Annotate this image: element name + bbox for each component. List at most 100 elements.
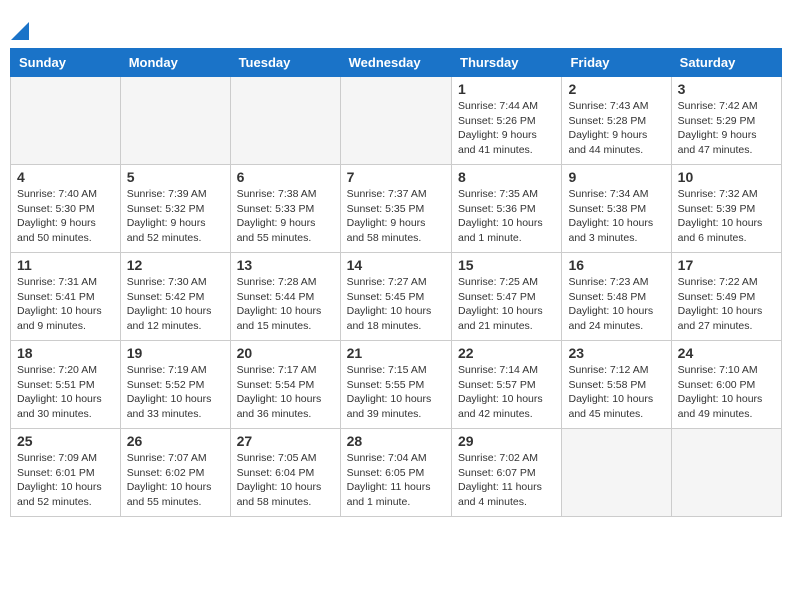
day-number: 16 (568, 257, 664, 273)
calendar-cell: 13 Sunrise: 7:28 AMSunset: 5:44 PMDayligh… (230, 253, 340, 341)
day-info: Sunrise: 7:31 AMSunset: 5:41 PMDaylight:… (17, 275, 114, 334)
calendar-cell (120, 77, 230, 165)
weekday-header-tuesday: Tuesday (230, 49, 340, 77)
day-number: 9 (568, 169, 664, 185)
day-info: Sunrise: 7:25 AMSunset: 5:47 PMDaylight:… (458, 275, 555, 334)
calendar-cell: 28 Sunrise: 7:04 AMSunset: 6:05 PMDayligh… (340, 429, 451, 517)
day-number: 17 (678, 257, 775, 273)
weekday-header-monday: Monday (120, 49, 230, 77)
calendar-cell: 16 Sunrise: 7:23 AMSunset: 5:48 PMDayligh… (562, 253, 671, 341)
weekday-header-sunday: Sunday (11, 49, 121, 77)
day-info: Sunrise: 7:17 AMSunset: 5:54 PMDaylight:… (237, 363, 334, 422)
day-number: 4 (17, 169, 114, 185)
day-number: 22 (458, 345, 555, 361)
day-number: 12 (127, 257, 224, 273)
day-info: Sunrise: 7:38 AMSunset: 5:33 PMDaylight:… (237, 187, 334, 246)
calendar-cell: 9 Sunrise: 7:34 AMSunset: 5:38 PMDaylight… (562, 165, 671, 253)
calendar-cell: 19 Sunrise: 7:19 AMSunset: 5:52 PMDayligh… (120, 341, 230, 429)
calendar-cell (230, 77, 340, 165)
calendar-cell: 24 Sunrise: 7:10 AMSunset: 6:00 PMDayligh… (671, 341, 781, 429)
day-number: 1 (458, 81, 555, 97)
calendar-cell: 27 Sunrise: 7:05 AMSunset: 6:04 PMDayligh… (230, 429, 340, 517)
day-info: Sunrise: 7:30 AMSunset: 5:42 PMDaylight:… (127, 275, 224, 334)
calendar-cell: 23Sunrise: 7:12 AMSunset: 5:58 PMDayligh… (562, 341, 671, 429)
day-info: Sunrise: 7:10 AMSunset: 6:00 PMDaylight:… (678, 363, 775, 422)
day-info: Sunrise: 7:28 AMSunset: 5:44 PMDaylight:… (237, 275, 334, 334)
day-info: Sunrise: 7:04 AMSunset: 6:05 PMDaylight:… (347, 451, 445, 510)
day-number: 26 (127, 433, 224, 449)
day-number: 27 (237, 433, 334, 449)
day-number: 10 (678, 169, 775, 185)
calendar-cell: 15 Sunrise: 7:25 AMSunset: 5:47 PMDayligh… (452, 253, 562, 341)
day-number: 2 (568, 81, 664, 97)
day-info: Sunrise: 7:37 AMSunset: 5:35 PMDaylight:… (347, 187, 445, 246)
calendar-cell: 1 Sunrise: 7:44 AMSunset: 5:26 PMDaylight… (452, 77, 562, 165)
calendar-cell: 12 Sunrise: 7:30 AMSunset: 5:42 PMDayligh… (120, 253, 230, 341)
calendar-week-1: 1 Sunrise: 7:44 AMSunset: 5:26 PMDaylight… (11, 77, 782, 165)
day-info: Sunrise: 7:15 AMSunset: 5:55 PMDaylight:… (347, 363, 445, 422)
calendar-cell: 2 Sunrise: 7:43 AMSunset: 5:28 PMDaylight… (562, 77, 671, 165)
header (10, 10, 782, 40)
calendar-week-2: 4Sunrise: 7:40 AMSunset: 5:30 PMDaylight… (11, 165, 782, 253)
day-info: Sunrise: 7:42 AMSunset: 5:29 PMDaylight:… (678, 99, 775, 158)
day-info: Sunrise: 7:43 AMSunset: 5:28 PMDaylight:… (568, 99, 664, 158)
day-info: Sunrise: 7:27 AMSunset: 5:45 PMDaylight:… (347, 275, 445, 334)
day-info: Sunrise: 7:32 AMSunset: 5:39 PMDaylight:… (678, 187, 775, 246)
weekday-header-saturday: Saturday (671, 49, 781, 77)
day-info: Sunrise: 7:05 AMSunset: 6:04 PMDaylight:… (237, 451, 334, 510)
day-number: 20 (237, 345, 334, 361)
day-number: 7 (347, 169, 445, 185)
calendar-cell (11, 77, 121, 165)
calendar-cell: 14 Sunrise: 7:27 AMSunset: 5:45 PMDayligh… (340, 253, 451, 341)
calendar-cell: 7 Sunrise: 7:37 AMSunset: 5:35 PMDaylight… (340, 165, 451, 253)
day-number: 19 (127, 345, 224, 361)
calendar-cell: 3Sunrise: 7:42 AMSunset: 5:29 PMDaylight… (671, 77, 781, 165)
day-info: Sunrise: 7:07 AMSunset: 6:02 PMDaylight:… (127, 451, 224, 510)
day-info: Sunrise: 7:44 AMSunset: 5:26 PMDaylight:… (458, 99, 555, 158)
day-number: 23 (568, 345, 664, 361)
day-info: Sunrise: 7:19 AMSunset: 5:52 PMDaylight:… (127, 363, 224, 422)
day-number: 8 (458, 169, 555, 185)
day-number: 11 (17, 257, 114, 273)
weekday-header-row: SundayMondayTuesdayWednesdayThursdayFrid… (11, 49, 782, 77)
day-number: 21 (347, 345, 445, 361)
day-number: 6 (237, 169, 334, 185)
day-number: 25 (17, 433, 114, 449)
weekday-header-thursday: Thursday (452, 49, 562, 77)
day-info: Sunrise: 7:39 AMSunset: 5:32 PMDaylight:… (127, 187, 224, 246)
calendar-cell (562, 429, 671, 517)
day-info: Sunrise: 7:34 AMSunset: 5:38 PMDaylight:… (568, 187, 664, 246)
calendar-cell: 20 Sunrise: 7:17 AMSunset: 5:54 PMDayligh… (230, 341, 340, 429)
calendar-cell: 6 Sunrise: 7:38 AMSunset: 5:33 PMDaylight… (230, 165, 340, 253)
calendar-week-5: 25 Sunrise: 7:09 AMSunset: 6:01 PMDayligh… (11, 429, 782, 517)
day-info: Sunrise: 7:20 AMSunset: 5:51 PMDaylight:… (17, 363, 114, 422)
calendar-cell: 21 Sunrise: 7:15 AMSunset: 5:55 PMDayligh… (340, 341, 451, 429)
calendar-week-4: 18 Sunrise: 7:20 AMSunset: 5:51 PMDayligh… (11, 341, 782, 429)
calendar-cell: 29Sunrise: 7:02 AMSunset: 6:07 PMDayligh… (452, 429, 562, 517)
calendar-cell (671, 429, 781, 517)
day-info: Sunrise: 7:23 AMSunset: 5:48 PMDaylight:… (568, 275, 664, 334)
calendar-cell: 11 Sunrise: 7:31 AMSunset: 5:41 PMDayligh… (11, 253, 121, 341)
day-info: Sunrise: 7:35 AMSunset: 5:36 PMDaylight:… (458, 187, 555, 246)
day-number: 18 (17, 345, 114, 361)
day-number: 24 (678, 345, 775, 361)
weekday-header-friday: Friday (562, 49, 671, 77)
calendar-cell: 10 Sunrise: 7:32 AMSunset: 5:39 PMDayligh… (671, 165, 781, 253)
calendar-cell: 4Sunrise: 7:40 AMSunset: 5:30 PMDaylight… (11, 165, 121, 253)
weekday-header-wednesday: Wednesday (340, 49, 451, 77)
day-info: Sunrise: 7:02 AMSunset: 6:07 PMDaylight:… (458, 451, 555, 510)
calendar-table: SundayMondayTuesdayWednesdayThursdayFrid… (10, 48, 782, 517)
logo-icon (11, 18, 29, 40)
calendar-week-3: 11 Sunrise: 7:31 AMSunset: 5:41 PMDayligh… (11, 253, 782, 341)
day-number: 13 (237, 257, 334, 273)
calendar-cell (340, 77, 451, 165)
day-number: 15 (458, 257, 555, 273)
calendar-cell: 5Sunrise: 7:39 AMSunset: 5:32 PMDaylight… (120, 165, 230, 253)
calendar-cell: 26 Sunrise: 7:07 AMSunset: 6:02 PMDayligh… (120, 429, 230, 517)
day-number: 28 (347, 433, 445, 449)
logo (10, 10, 29, 40)
day-info: Sunrise: 7:09 AMSunset: 6:01 PMDaylight:… (17, 451, 114, 510)
calendar-cell: 25 Sunrise: 7:09 AMSunset: 6:01 PMDayligh… (11, 429, 121, 517)
day-number: 14 (347, 257, 445, 273)
calendar-cell: 22Sunrise: 7:14 AMSunset: 5:57 PMDayligh… (452, 341, 562, 429)
